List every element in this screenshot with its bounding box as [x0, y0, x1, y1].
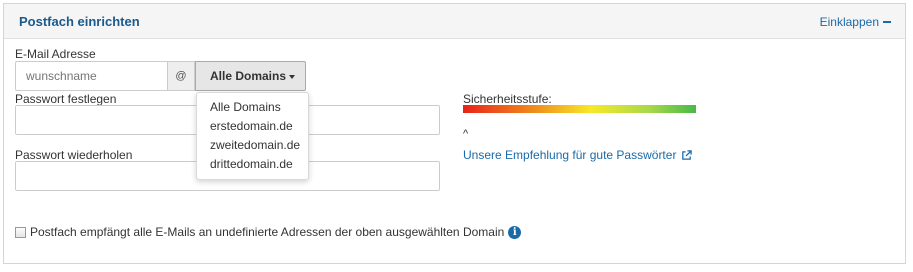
- domain-option[interactable]: Alle Domains: [197, 98, 308, 117]
- caret-down-icon: [289, 75, 295, 79]
- domain-selected-label: Alle Domains: [210, 69, 287, 83]
- recommendation-link-label: Unsere Empfehlung für gute Passwörter: [463, 148, 677, 162]
- domain-option[interactable]: erstedomain.de: [197, 117, 308, 136]
- catch-all-label: Postfach empfängt alle E-Mails an undefi…: [30, 225, 505, 239]
- domain-option[interactable]: zweitedomain.de: [197, 136, 308, 155]
- email-label: E-Mail Adresse: [15, 47, 96, 61]
- domain-select-button[interactable]: Alle Domains: [195, 61, 306, 91]
- collapse-label: Einklappen: [819, 15, 879, 29]
- strength-meter: [463, 105, 696, 113]
- external-link-icon: [682, 149, 693, 160]
- info-icon[interactable]: i: [508, 225, 522, 239]
- minus-icon: [883, 21, 891, 23]
- email-local-part-input[interactable]: [15, 61, 168, 91]
- domain-dropdown-menu: Alle Domains erstedomain.de zweitedomain…: [196, 92, 309, 180]
- panel-header: Postfach einrichten Einklappen: [4, 4, 905, 39]
- domain-option[interactable]: drittedomain.de: [197, 155, 308, 174]
- panel-title: Postfach einrichten: [19, 14, 140, 29]
- catch-all-label-wrap: Postfach empfängt alle E-Mails an undefi…: [30, 225, 522, 239]
- catch-all-checkbox[interactable]: [15, 227, 26, 238]
- collapse-button[interactable]: Einklappen: [820, 15, 891, 29]
- password-label: Passwort festlegen: [15, 92, 117, 106]
- password-repeat-label: Passwort wiederholen: [15, 148, 133, 162]
- password-recommendation-link[interactable]: Unsere Empfehlung für gute Passwörter: [463, 148, 693, 162]
- strength-label: Sicherheitsstufe:: [463, 92, 552, 106]
- strength-indicator: ^: [463, 128, 469, 140]
- at-addon: @: [167, 61, 195, 91]
